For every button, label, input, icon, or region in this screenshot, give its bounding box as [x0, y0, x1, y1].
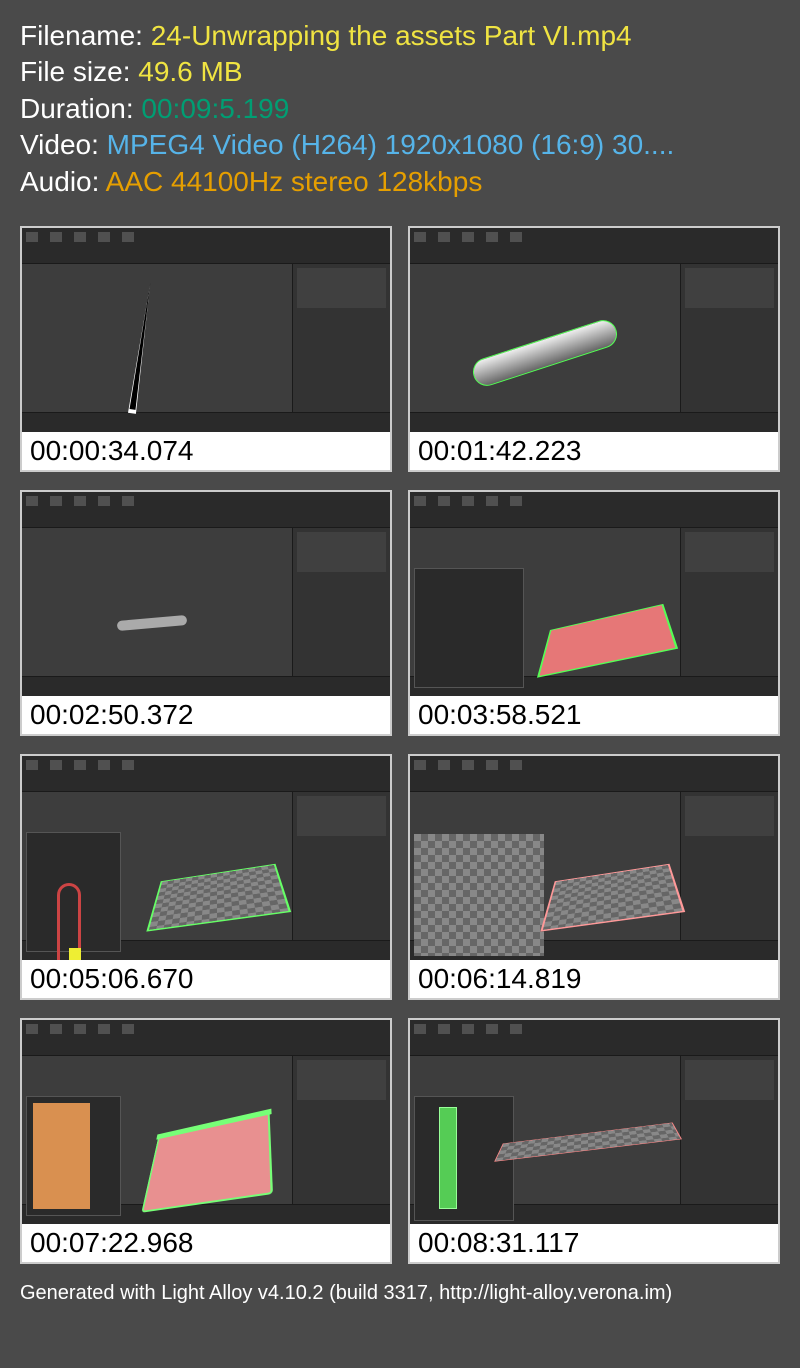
- thumbnail-image: [22, 1020, 390, 1224]
- file-info-header: Filename: 24-Unwrapping the assets Part …: [0, 0, 800, 210]
- thumbnail: 00:07:22.968: [20, 1018, 392, 1264]
- thumbnail-image: [22, 756, 390, 960]
- filesize-value: 49.6 MB: [138, 56, 242, 87]
- filename-label: Filename:: [20, 20, 151, 51]
- thumbnail: 00:03:58.521: [408, 490, 780, 736]
- filename-value: 24-Unwrapping the assets Part VI.mp4: [151, 20, 632, 51]
- video-value: MPEG4 Video (H264) 1920x1080 (16:9) 30..…: [107, 129, 675, 160]
- thumbnail: 00:05:06.670: [20, 754, 392, 1000]
- duration-label: Duration:: [20, 93, 141, 124]
- timestamp: 00:02:50.372: [22, 696, 390, 734]
- thumbnail-image: [22, 492, 390, 696]
- thumbnail: 00:01:42.223: [408, 226, 780, 472]
- thumbnail-image: [22, 228, 390, 432]
- timestamp: 00:06:14.819: [410, 960, 778, 998]
- generator-footer: Generated with Light Alloy v4.10.2 (buil…: [0, 1274, 800, 1313]
- audio-row: Audio: AAC 44100Hz stereo 128kbps: [20, 164, 780, 200]
- thumbnail-image: [410, 492, 778, 696]
- timestamp: 00:03:58.521: [410, 696, 778, 734]
- filesize-row: File size: 49.6 MB: [20, 54, 780, 90]
- audio-label: Audio:: [20, 166, 106, 197]
- duration-value: 00:09:5.199: [141, 93, 289, 124]
- duration-row: Duration: 00:09:5.199: [20, 91, 780, 127]
- thumbnail-image: [410, 756, 778, 960]
- timestamp: 00:07:22.968: [22, 1224, 390, 1262]
- thumbnail: 00:08:31.117: [408, 1018, 780, 1264]
- timestamp: 00:01:42.223: [410, 432, 778, 470]
- timestamp: 00:00:34.074: [22, 432, 390, 470]
- thumbnail-image: [410, 1020, 778, 1224]
- thumbnail-image: [410, 228, 778, 432]
- timestamp: 00:08:31.117: [410, 1224, 778, 1262]
- timestamp: 00:05:06.670: [22, 960, 390, 998]
- thumbnail: 00:06:14.819: [408, 754, 780, 1000]
- filesize-label: File size:: [20, 56, 138, 87]
- filename-row: Filename: 24-Unwrapping the assets Part …: [20, 18, 780, 54]
- thumbnail-grid: 00:00:34.074 00:01:42.223 00:02:50.372 0…: [0, 210, 800, 1274]
- audio-value: AAC 44100Hz stereo 128kbps: [106, 166, 483, 197]
- thumbnail: 00:00:34.074: [20, 226, 392, 472]
- video-row: Video: MPEG4 Video (H264) 1920x1080 (16:…: [20, 127, 780, 163]
- video-label: Video:: [20, 129, 107, 160]
- thumbnail: 00:02:50.372: [20, 490, 392, 736]
